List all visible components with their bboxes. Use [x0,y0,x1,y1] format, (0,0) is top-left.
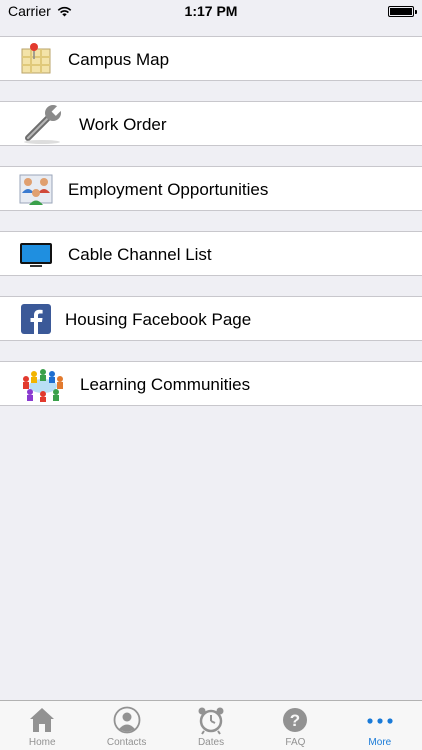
menu-item-housing-facebook[interactable]: Housing Facebook Page [0,296,422,341]
contacts-icon [113,706,141,734]
menu-item-label: Employment Opportunities [68,180,269,199]
menu-item-employment[interactable]: Employment Opportunities [0,166,422,211]
people-icon [19,174,53,205]
menu-item-label: Learning Communities [80,375,251,394]
tab-contacts[interactable]: Contacts [84,701,168,750]
menu-item-label: Cable Channel List [68,245,212,264]
tab-dates[interactable]: Dates [169,701,253,750]
tab-more[interactable]: More [338,701,422,750]
tab-label: Dates [197,737,225,748]
menu-item-label: Campus Map [68,50,170,69]
question-icon: ? [283,708,308,732]
tab-label: Contacts [106,737,147,748]
home-icon [30,708,55,732]
status-left: Carrier [8,3,72,19]
tab-label: Home [28,737,56,748]
battery-icon [388,5,417,17]
carrier-label: Carrier [8,3,51,19]
menu-item-learning-communities[interactable]: Learning Communities [0,361,422,406]
alarm-clock-icon [198,707,224,735]
menu-item-work-order[interactable]: Work Order [0,101,422,146]
facebook-icon [21,304,51,334]
svg-text:?: ? [290,711,300,730]
wifi-icon [57,6,72,16]
status-bar: Carrier 1:17 PM [0,0,422,22]
menu-item-campus-map[interactable]: Campus Map [0,36,422,81]
map-icon [21,43,51,74]
wrench-icon [24,105,63,144]
more-icon [367,718,393,724]
menu-item-label: Housing Facebook Page [65,310,252,329]
tab-label: More [368,737,392,748]
community-icon [23,369,63,402]
menu-item-cable-channels[interactable]: Cable Channel List [0,231,422,276]
tab-home[interactable]: Home [0,701,84,750]
tab-faq[interactable]: ? FAQ [253,701,337,750]
tab-bar: Home Contacts Dates ? FAQ More [0,700,422,750]
tab-label: FAQ [285,737,306,748]
menu-item-label: Work Order [79,115,167,134]
tv-icon [20,243,52,267]
